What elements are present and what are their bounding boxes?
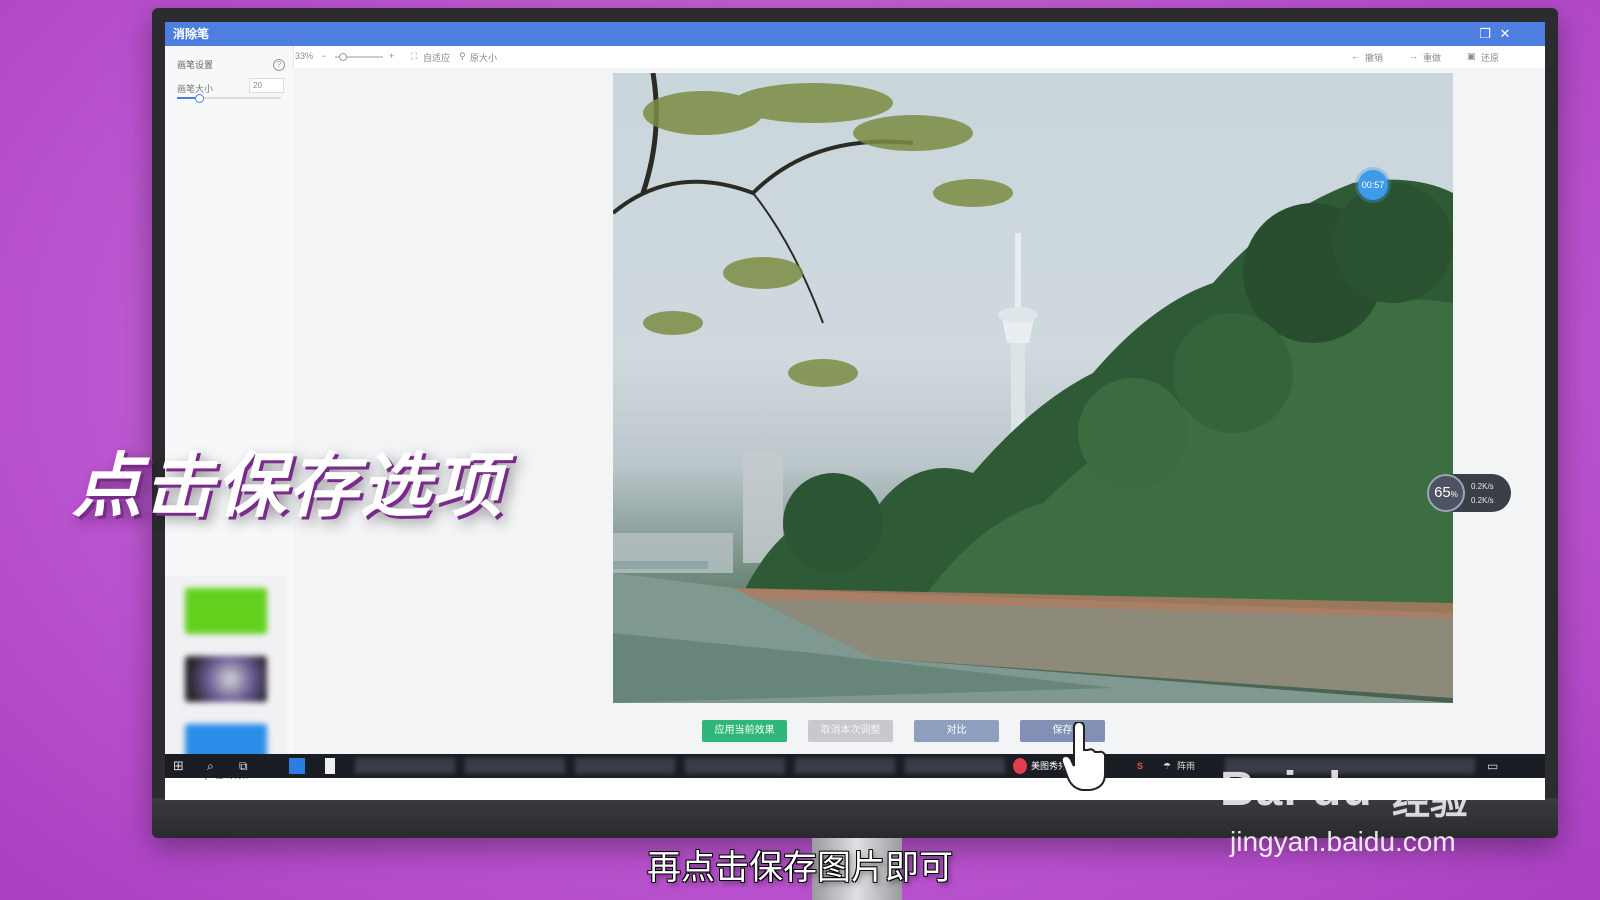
zoom-in-button[interactable]: + — [389, 51, 394, 61]
net-upload: 0.2K/s — [1471, 482, 1494, 491]
taskbar-app-4[interactable] — [685, 758, 785, 774]
redo-button[interactable]: 重做 — [1423, 51, 1441, 64]
taskbar-app-1[interactable] — [355, 758, 455, 774]
brush-size-slider[interactable] — [177, 94, 281, 103]
redo-icon[interactable]: → — [1409, 51, 1418, 61]
recording-timer: 00:57 — [1358, 170, 1388, 200]
taskbar-app-3[interactable] — [575, 758, 675, 774]
thumbnail-photo[interactable] — [185, 656, 267, 702]
title-bar: 消除笔 ❐ ✕ — [165, 22, 1545, 46]
brush-size-input[interactable]: 20 — [249, 78, 284, 93]
notification-icon[interactable]: ▭ — [1487, 758, 1498, 774]
search-icon[interactable]: ⌕ — [207, 758, 214, 774]
baidu-watermark-text: 经验 — [1392, 781, 1469, 823]
close-icon[interactable]: ✕ — [1495, 22, 1515, 46]
zoom-slider-handle[interactable] — [339, 53, 347, 61]
meitu-app-icon[interactable] — [1013, 758, 1027, 774]
editing-canvas — [293, 68, 1545, 776]
thumbnail-strip: ps在线制作 — [165, 576, 287, 780]
apply-effect-button[interactable]: 应用当前效果 — [702, 720, 787, 742]
system-monitor-widget[interactable]: 65% 0.2K/s 0.2K/s — [1427, 474, 1511, 512]
magnify-icon[interactable]: ⚲ — [459, 51, 466, 62]
brush-size-label: 画笔大小 — [177, 84, 214, 94]
hand-cursor-icon — [1060, 722, 1106, 791]
photo-scene — [613, 73, 1453, 703]
zoom-level: 33% — [295, 51, 314, 61]
notepad-app-icon[interactable] — [325, 758, 335, 774]
task-view-icon[interactable]: ⧉ — [239, 758, 248, 774]
cpu-usage: 65% — [1427, 474, 1465, 512]
brush-size-slider-handle[interactable] — [195, 94, 204, 103]
taskbar-app-6[interactable] — [905, 758, 1005, 774]
brush-settings-title: 画笔设置 — [177, 60, 214, 70]
brush-settings-panel: 画笔设置 ? 画笔大小 20 ps在线制作 — [165, 46, 294, 780]
baidu-watermark-logo: Bai du — [1220, 763, 1373, 816]
editor-toolbar: 33% − + ⛶ 自适应 ⚲ 原大小 ← 撤销 → 重做 ▣ 还原 — [293, 46, 1545, 68]
cancel-adjustment-button[interactable]: 取消本次调整 — [808, 720, 893, 742]
window-title: 消除笔 — [173, 27, 210, 41]
restore-button[interactable]: 还原 — [1481, 51, 1499, 64]
app-screen: 消除笔 ❐ ✕ 画笔设置 ? 画笔大小 20 ps在线制作 33% − + ⛶ … — [165, 22, 1545, 800]
taskbar-app-2[interactable] — [465, 758, 565, 774]
help-icon[interactable]: ? — [273, 59, 285, 71]
weather-label[interactable]: 阵雨 — [1177, 758, 1195, 774]
fit-button[interactable]: 自适应 — [423, 51, 450, 64]
edited-photo[interactable] — [613, 73, 1453, 703]
fit-icon[interactable]: ⛶ — [411, 51, 417, 62]
browser-app-icon[interactable] — [289, 758, 305, 774]
compare-button[interactable]: 对比 — [914, 720, 999, 742]
taskbar-app-5[interactable] — [795, 758, 895, 774]
restore-image-icon[interactable]: ▣ — [1467, 51, 1476, 62]
undo-icon[interactable]: ← — [1351, 51, 1360, 61]
restore-icon[interactable]: ❐ — [1475, 22, 1495, 46]
tutorial-caption: 点击保存选项 — [72, 445, 504, 527]
thumbnail-green[interactable] — [185, 588, 267, 634]
undo-button[interactable]: 撤销 — [1365, 51, 1383, 64]
weather-icon[interactable]: ☂ — [1163, 758, 1171, 774]
windows-start-icon[interactable]: ⊞ — [173, 758, 184, 774]
ime-icon[interactable]: S — [1137, 758, 1143, 774]
original-size-button[interactable]: 原大小 — [470, 51, 497, 64]
net-download: 0.2K/s — [1471, 496, 1494, 505]
baidu-watermark-url: jingyan.baidu.com — [1230, 826, 1456, 857]
zoom-out-button[interactable]: − — [321, 51, 326, 61]
